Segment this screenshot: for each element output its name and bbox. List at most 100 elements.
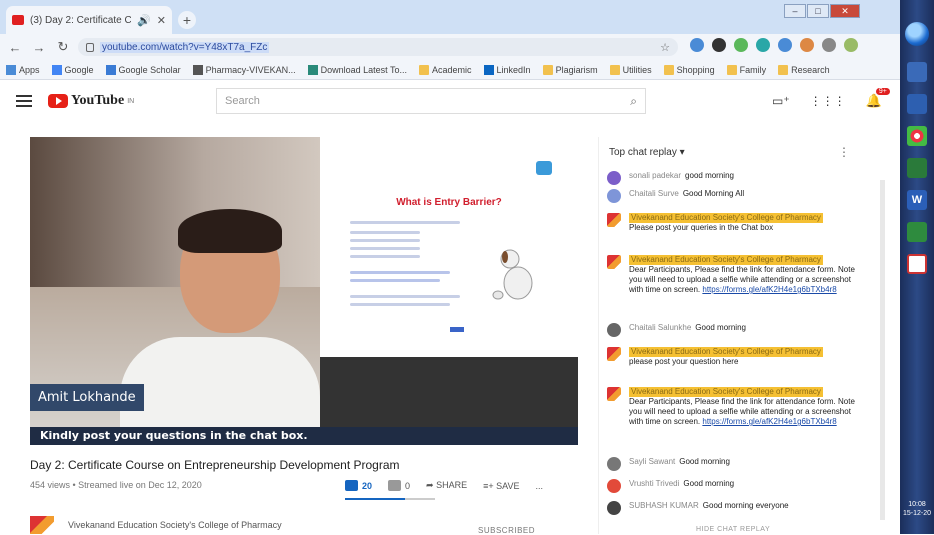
bookmark-pharmacy-vivekan[interactable]: Pharmacy-VIVEKAN...: [192, 64, 296, 75]
search-icon[interactable]: ⌕: [630, 94, 637, 109]
powered-by-label: Powered by: [527, 141, 572, 150]
chat-text: Good morning: [683, 479, 735, 488]
channel-owner-avatar[interactable]: [607, 213, 621, 227]
notifications-bell-icon[interactable]: 🔔 9+: [866, 88, 890, 109]
clock-time: 10:08: [908, 501, 926, 508]
channel-name[interactable]: Vivekanand Education Society's College o…: [68, 520, 282, 530]
chat-author[interactable]: Vivekanand Education Society's College o…: [629, 255, 823, 265]
excel-icon[interactable]: [907, 222, 927, 242]
share-label: SHARE: [436, 480, 468, 490]
chat-message: SUBHASH KUMAR Good morning everyone: [607, 501, 867, 515]
chat-author[interactable]: Vivekanand Education Society's College o…: [629, 387, 823, 397]
bookmark-linkedin[interactable]: LinkedIn: [483, 64, 531, 75]
profile-avatar-icon[interactable]: [844, 38, 858, 52]
start-orb-icon[interactable]: [905, 22, 929, 46]
image-viewer-icon[interactable]: [907, 158, 927, 178]
puzzle-icon[interactable]: [822, 38, 836, 52]
chat-header[interactable]: Top chat replay ▾: [609, 147, 685, 158]
menu-icon[interactable]: [16, 95, 32, 107]
chrome-icon[interactable]: [907, 126, 927, 146]
speaker-icon[interactable]: 🔊: [137, 14, 151, 27]
chat-author[interactable]: Vivekanand Education Society's College o…: [629, 213, 823, 223]
video-player[interactable]: What is Entry Barrier? Powered by Stream…: [30, 137, 578, 445]
save-label: SAVE: [496, 480, 520, 491]
extension-icon[interactable]: [778, 38, 792, 52]
bookmark-utilities[interactable]: Utilities: [609, 64, 652, 75]
channel-owner-avatar[interactable]: [607, 255, 621, 269]
attendance-form-link[interactable]: https://forms.gle/afK2H4e1g6bTXb4r8: [702, 285, 836, 294]
extension-icon[interactable]: [712, 38, 726, 52]
bookmark-star-icon[interactable]: ☆: [660, 41, 670, 54]
minimize-button[interactable]: –: [784, 4, 806, 18]
bookmark-plagiarism[interactable]: Plagiarism: [542, 64, 598, 75]
bookmark-google[interactable]: Google: [51, 64, 94, 75]
channel-owner-avatar[interactable]: [607, 347, 621, 361]
attendance-form-link[interactable]: https://forms.gle/afK2H4e1g6bTXb4r8: [702, 417, 836, 426]
bookmark-google-scholar[interactable]: Google Scholar: [105, 64, 181, 75]
chat-author[interactable]: Sayli Sawant: [629, 457, 675, 466]
new-tab-button[interactable]: +: [178, 11, 196, 29]
reload-icon[interactable]: ↻: [56, 39, 70, 55]
chat-author[interactable]: Vivekanand Education Society's College o…: [629, 347, 823, 357]
save-button[interactable]: ≡+ SAVE: [483, 481, 519, 491]
chat-message: Vivekanand Education Society's College o…: [607, 213, 867, 233]
extension-icon[interactable]: [734, 38, 748, 52]
search-input[interactable]: Search ⌕: [216, 88, 646, 114]
chat-author[interactable]: Chaitali Salunkhe: [629, 323, 691, 332]
browser-tab[interactable]: (3) Day 2: Certificate Cours 🔊 ✕: [6, 6, 172, 34]
youtube-logo[interactable]: YouTube IN: [48, 93, 134, 109]
bookmark-download-latest-to[interactable]: Download Latest To...: [307, 64, 407, 75]
chat-text: good morning: [685, 171, 734, 180]
user-avatar[interactable]: [607, 171, 621, 185]
channel-logo[interactable]: [30, 516, 54, 534]
forward-arrow-icon[interactable]: →: [32, 40, 46, 55]
bookmark-research[interactable]: Research: [778, 64, 830, 75]
region-code: IN: [127, 97, 135, 105]
extension-icon[interactable]: [756, 38, 770, 52]
bookmark-label: Utilities: [622, 64, 652, 75]
chat-author[interactable]: Chaitali Surve: [629, 189, 679, 198]
chat-author[interactable]: Vrushti Trivedi: [629, 479, 679, 488]
notification-badge: 9+: [875, 88, 890, 95]
bookmark-family[interactable]: Family: [726, 64, 767, 75]
bookmark-academic[interactable]: Academic: [419, 64, 472, 75]
computer-icon[interactable]: [907, 62, 927, 82]
chat-scrollbar[interactable]: [880, 180, 885, 520]
hide-chat-button[interactable]: HIDE CHAT REPLAY: [696, 526, 770, 533]
back-arrow-icon[interactable]: ←: [8, 40, 22, 55]
address-bar[interactable]: youtube.com/watch?v=Y48xT7a_FZc ☆: [78, 38, 678, 56]
bookmark-apps[interactable]: Apps: [6, 64, 40, 75]
user-avatar[interactable]: [607, 323, 621, 337]
like-button[interactable]: 20: [345, 480, 372, 491]
channel-owner-avatar[interactable]: [607, 387, 621, 401]
maximize-button[interactable]: □: [807, 4, 829, 18]
chat-more-icon[interactable]: ⋮: [838, 145, 850, 159]
extension-icon[interactable]: [690, 38, 704, 52]
dislike-button[interactable]: 0: [388, 480, 410, 491]
chat-message: Vivekanand Education Society's College o…: [607, 387, 867, 427]
like-ratio-bar: [345, 498, 405, 500]
pdf-icon[interactable]: [907, 254, 927, 274]
clock-date: 15-12-20: [902, 510, 932, 517]
user-avatar[interactable]: [607, 189, 621, 203]
more-actions-button[interactable]: ...: [535, 481, 543, 491]
chat-author[interactable]: sonali padekar: [629, 171, 681, 180]
chat-author[interactable]: SUBHASH KUMAR: [629, 501, 699, 510]
apps-grid-icon[interactable]: ⋮⋮⋮: [810, 94, 846, 108]
user-avatar[interactable]: [607, 501, 621, 515]
extension-icon[interactable]: [800, 38, 814, 52]
share-button[interactable]: ➦ SHARE: [426, 480, 467, 491]
browser-tab-strip: (3) Day 2: Certificate Cours 🔊 ✕ + – □ ✕: [0, 0, 900, 34]
word-icon[interactable]: W: [907, 190, 927, 210]
bookmark-shopping[interactable]: Shopping: [663, 64, 715, 75]
close-window-button[interactable]: ✕: [830, 4, 860, 18]
user-avatar[interactable]: [607, 479, 621, 493]
user-avatar[interactable]: [607, 457, 621, 471]
bookmark-label: Google: [64, 64, 94, 75]
bookmark-label: Family: [739, 64, 767, 75]
dislike-count: 0: [405, 480, 411, 491]
save-floppy-icon[interactable]: [907, 94, 927, 114]
close-tab-icon[interactable]: ✕: [157, 14, 166, 27]
bookmarks-bar: Apps Google Google Scholar Pharmacy-VIVEKAN…: [0, 60, 900, 80]
create-video-icon[interactable]: ▭⁺: [772, 94, 790, 108]
